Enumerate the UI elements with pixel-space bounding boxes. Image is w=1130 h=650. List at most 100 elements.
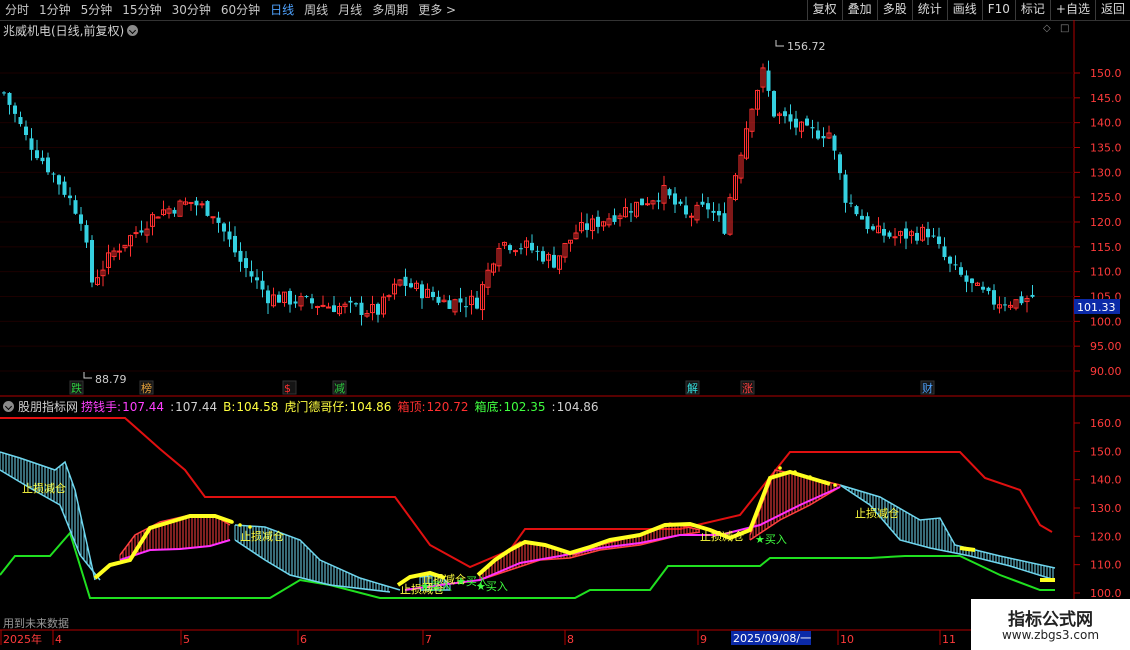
candle-body [420,284,424,299]
indicator-signal-label: 止损减仓 [240,529,284,543]
indicator-value: 虎门德哥仔:104.86 [284,398,394,415]
time-axis-label: 4 [55,633,62,646]
indicator-tick-label: 150.0 [1090,445,1122,458]
candle-body [816,130,820,139]
candle-body [431,291,435,298]
candle-body [689,215,694,218]
candle-body [2,92,6,94]
indicator-tick-label: 130.0 [1090,502,1122,515]
candle-body [376,303,380,315]
candle-body [843,174,848,203]
candle-body [255,277,259,281]
time-axis-label: 5 [183,633,190,646]
candle-body [249,271,254,277]
candle-body [310,298,314,304]
watermark-title: 指标公式网 [1008,610,1093,630]
price-tick-label: 110.0 [1090,266,1122,279]
red-band [479,523,700,580]
indicator-value-label: : [170,399,175,414]
candle-body [508,245,512,251]
indicator-signal-label: ★买入 [420,580,452,593]
candle-body [931,235,936,237]
box-top-line [0,417,1053,569]
dotted-yellow-point [808,475,812,479]
indicator-value-number: 107.44 [175,399,218,414]
candle-body [436,296,441,303]
candle-body [706,203,710,210]
dotted-yellow-point [823,480,827,484]
candle-body [805,118,809,126]
watermark-url: www.zbgs3.com [1001,628,1100,642]
price-tick-label: 145.0 [1090,92,1122,105]
stock-title[interactable]: 兆威机电(日线,前复权) [3,22,139,39]
event-marker: 跌 [71,381,82,395]
candle-body [199,203,205,206]
time-axis-label: 2025年 [3,632,42,646]
dotted-yellow-point [778,466,782,470]
candle-body [447,300,452,309]
candle-body [915,232,919,241]
current-price-label: 101.33 [1077,301,1116,314]
diamond-icon[interactable]: ◇ [1043,23,1051,34]
candle-body [7,92,12,105]
candle-body [35,150,39,159]
candle-body [585,223,589,230]
candle-body [849,202,853,204]
dotted-yellow-point [793,470,797,474]
candle-body [172,209,177,214]
price-tick-label: 95.00 [1090,340,1122,353]
indicator-signal-label: 止损减仓 [22,481,66,495]
time-axis-label: 8 [567,633,574,646]
red-band [749,470,841,540]
candle-body [326,306,331,309]
candle-body [458,298,463,303]
indicator-tick-label: 160.0 [1090,417,1122,430]
candles [2,60,1035,326]
candle-body [513,250,518,253]
chevron-down-icon[interactable] [127,25,139,36]
candle-body [1003,304,1007,306]
candle-body [354,303,358,305]
candle-body [986,287,991,292]
candle-body [40,157,45,162]
candle-body [386,295,392,298]
chart-canvas[interactable]: 150.0 145.0 140.0 135.0 130.0 125.0 120.0 115.0… [0,0,1130,650]
close-icon[interactable]: □ [1060,23,1069,34]
candle-body [541,251,545,262]
candle-body [288,290,292,305]
candle-body [320,304,326,307]
indicator-value-number: 120.72 [426,400,469,414]
candle-body [937,236,941,245]
candle-body [348,300,353,303]
time-axis-label: 7 [425,633,432,646]
candle-body [188,201,194,204]
candle-body [210,216,216,219]
cyan-band [842,485,1054,580]
indicator-value: 捞钱手:107.44 [81,398,167,415]
candle-body [464,306,468,308]
candle-body [244,258,248,269]
time-highlight-label: 2025/09/08/一 [733,632,811,645]
indicator-title[interactable]: 股朋指标网 捞钱手:107.44:107.44 B:104.58 虎门德哥仔:104… [3,398,605,415]
candle-body [810,127,815,129]
indicator-signal-label: 止损减仓 [855,506,899,520]
price-tick-label: 125.0 [1090,191,1122,204]
event-marker: $ [284,382,291,395]
candle-body [926,228,930,238]
low-label: 88.79 [95,373,127,386]
candle-body [304,296,309,298]
candle-body [51,173,56,175]
indicator-value: 箱顶:120.72 [397,398,471,415]
candle-body [205,201,210,216]
candle-body [18,117,23,125]
candle-body [942,246,947,258]
candle-body [409,283,413,288]
indicator-value-number: 104.86 [556,399,599,414]
indicator-value-label: 箱顶: [397,400,426,414]
chevron-down-icon[interactable] [3,401,14,412]
candle-body [519,248,523,250]
candle-body [227,231,232,240]
candle-body [13,105,17,114]
candle-body [233,235,237,253]
indicator-value-label: : [551,399,556,414]
